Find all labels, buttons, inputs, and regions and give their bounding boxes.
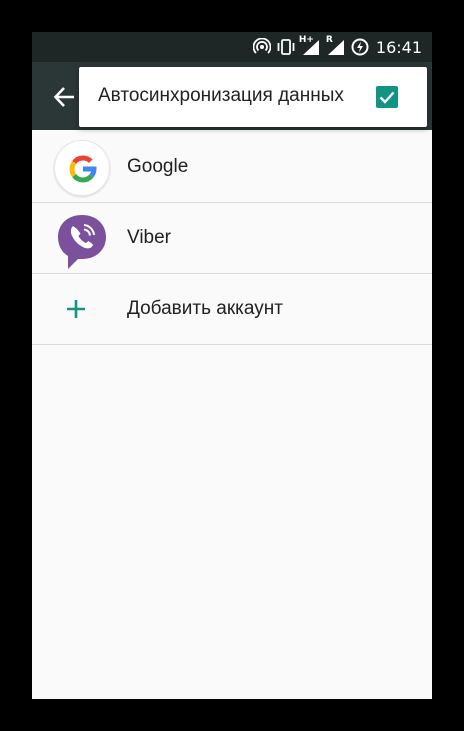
arrow-left-icon bbox=[52, 87, 78, 114]
signal-hplus-icon: H+ bbox=[298, 35, 321, 56]
add-account-button[interactable]: Добавить аккаунт bbox=[32, 274, 432, 345]
account-row-google[interactable]: Google bbox=[32, 132, 432, 203]
account-row-viber[interactable]: Viber bbox=[32, 203, 432, 274]
google-icon bbox=[54, 140, 110, 196]
back-button[interactable] bbox=[52, 84, 78, 110]
auto-sync-checkbox[interactable] bbox=[376, 86, 398, 108]
viber-icon bbox=[54, 211, 110, 269]
phone-screen: H+ R 16:41 Google Viber Добавить аккаунт… bbox=[32, 32, 432, 699]
account-label: Google bbox=[127, 156, 189, 177]
hotspot-icon bbox=[252, 38, 271, 56]
clock: 16:41 bbox=[375, 37, 422, 57]
accounts-list: Google Viber Добавить аккаунт bbox=[32, 132, 432, 345]
vibrate-icon bbox=[276, 38, 296, 56]
overflow-menu: Автосинхронизация данных bbox=[79, 67, 427, 127]
account-label: Viber bbox=[127, 227, 172, 248]
auto-sync-label: Автосинхронизация данных bbox=[98, 85, 344, 106]
add-account-label: Добавить аккаунт bbox=[127, 298, 283, 319]
signal-roaming-icon: R bbox=[325, 35, 346, 56]
status-icons: H+ R 16:41 bbox=[252, 32, 422, 62]
status-bar: H+ R 16:41 bbox=[32, 32, 432, 62]
roaming-label: R bbox=[325, 35, 333, 45]
checkmark-icon bbox=[376, 91, 398, 112]
network-type-label: H+ bbox=[298, 35, 314, 45]
auto-sync-menu-item[interactable]: Автосинхронизация данных bbox=[79, 67, 427, 127]
battery-saver-icon bbox=[351, 38, 369, 56]
plus-icon bbox=[54, 282, 110, 338]
